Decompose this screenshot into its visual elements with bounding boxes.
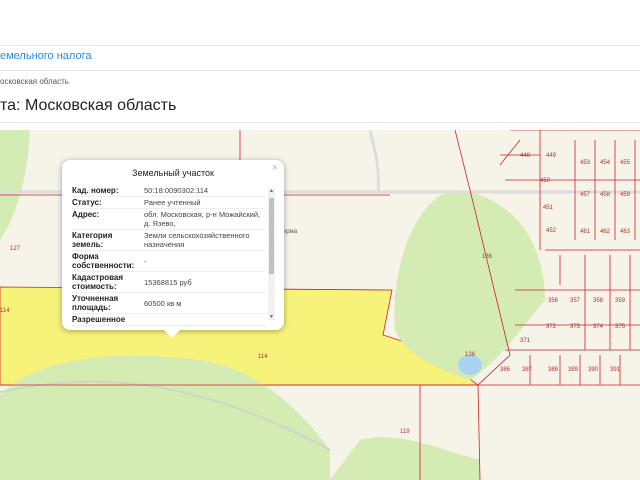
parcel-label: 387 <box>522 367 533 373</box>
parcel-label: 375 <box>615 324 626 330</box>
popup-title: Земельный участок <box>132 168 214 178</box>
parcel-label: 454 <box>600 160 611 166</box>
forest-area <box>0 130 30 240</box>
parcel-label: 119 <box>400 429 410 435</box>
row-label: Уточненная площадь: <box>72 294 119 312</box>
parcel-label: 371 <box>520 338 531 344</box>
info-row: Адрес: обл. Московская, р-н Можайский, д.… <box>72 209 266 230</box>
row-label: Адрес: <box>72 210 100 219</box>
parcel-info-popup: Земельный участок × Кад. номер: 50:18:009… <box>62 160 284 338</box>
parcel-label: 373 <box>570 324 581 330</box>
row-label: Форма собственности: <box>72 252 135 270</box>
parcel-label: 391 <box>610 367 621 373</box>
parcel-label: 374 <box>593 324 604 330</box>
scroll-up-icon[interactable]: ▲ <box>269 188 274 194</box>
road <box>368 130 380 193</box>
info-row: Статус: Ранее учтенный <box>72 197 266 209</box>
parcel-label: 114 <box>258 354 268 360</box>
divider <box>0 45 640 46</box>
parcel-label: 461 <box>580 229 591 235</box>
parcel-label: 455 <box>620 160 631 166</box>
parcel-label: 136 <box>465 352 476 358</box>
info-row: Уточненная площадь: 60500 кв м <box>72 293 266 314</box>
info-row: Категория земель: Земли сельскохозяйствен… <box>72 230 266 251</box>
parcel-label: 127 <box>10 246 21 252</box>
row-value: - <box>144 256 147 266</box>
parcel-label: 136 <box>482 254 493 260</box>
row-value: 15368815 руб <box>144 277 192 287</box>
info-row: Кад. номер: 50:18:0090302:114 <box>72 185 266 197</box>
parcel-label: 357 <box>570 298 581 304</box>
parcel-label: 359 <box>615 298 626 304</box>
info-row: Разрешенное <box>72 314 266 326</box>
row-label: Разрешенное <box>72 315 126 324</box>
parcel-label: 457 <box>580 192 591 198</box>
scroll-down-icon[interactable]: ▼ <box>269 314 274 320</box>
parcel-label: 452 <box>546 228 557 234</box>
row-value: 60500 кв м <box>144 298 182 308</box>
parcel-label: 114 <box>0 308 10 314</box>
row-value: 50:18:0090302:114 <box>144 186 209 195</box>
popup-scrollbar[interactable]: ▲ ▼ <box>268 188 275 320</box>
parcel-label: 372 <box>546 324 557 330</box>
parcel-label: 451 <box>543 205 554 211</box>
close-icon[interactable]: × <box>272 162 278 174</box>
row-label: Категория земель: <box>72 231 113 249</box>
page-title: та: Московская область <box>0 97 177 114</box>
row-label: Статус: <box>72 198 102 207</box>
breadcrumb[interactable]: осковская область <box>0 77 69 86</box>
divider <box>0 70 640 71</box>
row-value <box>134 315 266 324</box>
row-value: обл. Московская, р-н Можайский, д. Язево… <box>144 210 261 228</box>
popup-pointer <box>164 330 180 338</box>
parcel-label: 388 <box>548 367 559 373</box>
info-row: Кадастровая стоимость: 15368815 руб <box>72 272 266 293</box>
row-label: Кад. номер: <box>72 186 119 195</box>
info-row: Форма собственности: - <box>72 251 266 272</box>
parcel-label: 390 <box>588 367 599 373</box>
row-value: Земли сельскохозяйственного назначения <box>144 231 250 249</box>
parcel-info-table: Кад. номер: 50:18:0090302:114 Статус: Ране… <box>72 185 266 327</box>
parcel-label: 386 <box>500 367 511 373</box>
row-value: Ранее учтенный <box>144 198 201 207</box>
parcel-label: 449 <box>546 153 557 159</box>
land-tax-link[interactable]: емельного налога <box>0 50 91 62</box>
parcel-label: 448 <box>520 153 531 159</box>
parcel-label: 463 <box>620 229 631 235</box>
row-label: Кадастровая стоимость: <box>72 273 124 291</box>
forest-area <box>330 437 480 480</box>
parcel-label: 459 <box>620 192 631 198</box>
parcel-label: 453 <box>580 160 591 166</box>
parcel-label: 458 <box>600 192 611 198</box>
pond <box>458 355 482 375</box>
parcel-label: 389 <box>568 367 579 373</box>
parcel-label: 356 <box>548 298 559 304</box>
parcel-label: 462 <box>600 229 611 235</box>
divider <box>0 122 640 123</box>
scrollbar-thumb[interactable] <box>269 198 274 274</box>
parcel-label: 358 <box>593 298 604 304</box>
parcel-label: 450 <box>540 178 551 184</box>
